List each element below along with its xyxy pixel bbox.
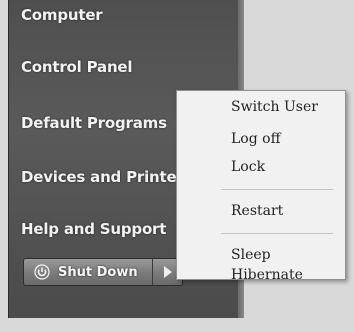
submenu-item-restart[interactable]: Restart [177, 201, 345, 223]
submenu-item-switch-user[interactable]: Switch User [177, 97, 345, 119]
submenu-label: Switch User [231, 99, 318, 115]
power-options-submenu: Switch User Log off Lock Restart Sleep H… [176, 90, 346, 283]
menu-item-help-and-support[interactable]: Help and Support [21, 220, 166, 238]
submenu-label: Log off [231, 131, 281, 147]
submenu-item-lock[interactable]: Lock [177, 157, 345, 179]
submenu-separator [221, 233, 333, 234]
submenu-separator [221, 189, 333, 190]
menu-item-control-panel[interactable]: Control Panel [21, 58, 133, 76]
submenu-label: Restart [231, 203, 284, 219]
submenu-item-log-off[interactable]: Log off [177, 129, 345, 151]
submenu-item-sleep[interactable]: Sleep [177, 245, 345, 267]
menu-item-default-programs[interactable]: Default Programs [21, 114, 167, 132]
power-icon [34, 264, 50, 280]
shutdown-label: Shut Down [58, 264, 138, 280]
shutdown-button[interactable]: Shut Down [24, 259, 153, 285]
menu-item-computer[interactable]: Computer [21, 6, 103, 24]
menu-item-devices-and-printers[interactable]: Devices and Printers [21, 168, 193, 186]
chevron-right-icon [163, 266, 172, 278]
submenu-label: Lock [231, 159, 266, 175]
shutdown-control: Shut Down [23, 258, 183, 286]
submenu-label: Hibernate [231, 267, 303, 283]
submenu-label: Sleep [231, 247, 271, 263]
submenu-item-hibernate[interactable]: Hibernate [177, 265, 345, 287]
